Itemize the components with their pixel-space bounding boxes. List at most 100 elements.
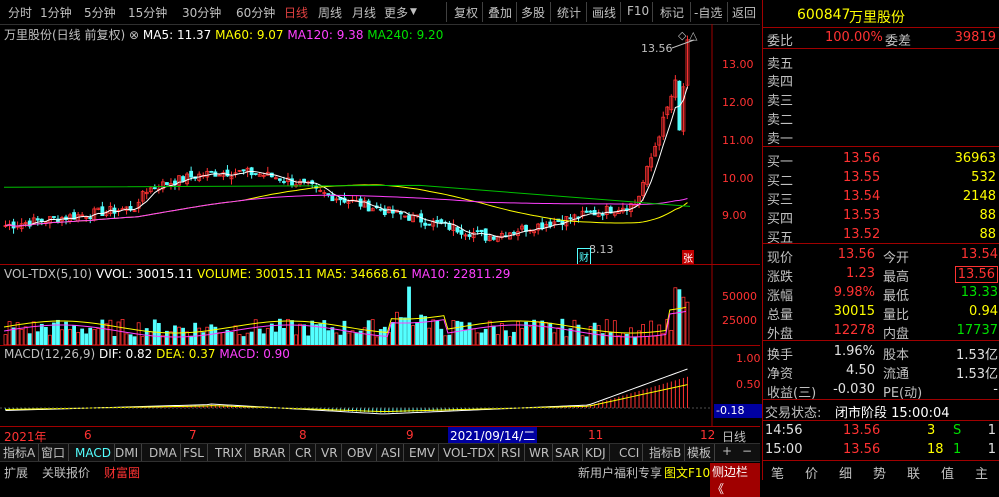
quote-tab[interactable]: 值 (941, 463, 954, 482)
quote-tab[interactable]: 联 (907, 463, 920, 482)
tool-button[interactable]: -自选 (694, 4, 722, 21)
promo-link[interactable]: 新用户福利专享 (578, 464, 662, 481)
volume-bar (84, 333, 89, 345)
tool-button[interactable]: 标记 (660, 4, 684, 21)
buy-label: 买一 (767, 155, 794, 170)
indicator-tab[interactable]: 指标B (646, 444, 686, 462)
indicator-tab[interactable]: MACD (72, 444, 115, 462)
finance-marker[interactable]: 财 (577, 248, 591, 265)
indicator-tab[interactable]: 模板 (684, 444, 716, 462)
trade-status: 闭市阶段 15:00:04 (835, 406, 950, 421)
indicator-tab[interactable]: DMA (146, 444, 181, 462)
indicator-tab[interactable]: ASI (378, 444, 405, 462)
quote-tab[interactable]: 价 (805, 463, 818, 482)
volume-bar (197, 327, 202, 345)
period-tab[interactable]: 5分钟 (84, 4, 116, 21)
indicator-tab[interactable]: TRIX (212, 444, 247, 462)
volume-bar (479, 332, 484, 345)
indicator-tab[interactable]: KDJ (582, 444, 610, 462)
period-tab[interactable]: 60分钟 (236, 4, 275, 21)
tool-button[interactable]: 返回 (732, 4, 756, 21)
volume-bar (431, 319, 436, 345)
volume-bar (520, 327, 524, 345)
sidebar-toggle[interactable]: 侧边栏 《 (710, 463, 760, 497)
volume-bar (273, 331, 278, 345)
indicator-tab[interactable]: SAR (552, 444, 584, 462)
stock-code: 600847 (797, 7, 851, 23)
tool-button[interactable]: 多股 (521, 4, 545, 21)
quote-bottom-tabs: 笔价细势联值主 (763, 460, 999, 482)
tick-row: 15:00 13.56 18 1 1 (763, 441, 999, 460)
indicator-tab[interactable]: FSL (180, 444, 208, 462)
quote-tab[interactable]: 势 (873, 463, 886, 482)
quote-tab[interactable]: 主 (975, 463, 988, 482)
indicator-tab[interactable]: CR (292, 444, 316, 462)
indicator-tab[interactable]: VR (318, 444, 342, 462)
kline-chart[interactable] (0, 24, 760, 264)
volume-bar (536, 321, 541, 345)
volume-bar (370, 319, 375, 345)
minus-icon[interactable]: − (742, 444, 752, 458)
volume-bar (302, 324, 307, 345)
indicator-tab[interactable]: CCI (616, 444, 644, 462)
indicator-tab[interactable]: EMV (406, 444, 440, 462)
candle-body (512, 231, 516, 234)
volume-bar (338, 334, 343, 345)
tool-button[interactable]: 复权 (454, 4, 478, 21)
volume-bar (512, 331, 516, 345)
period-tab[interactable]: 15分钟 (128, 4, 167, 21)
volume-bar (7, 321, 12, 345)
indicator-tab[interactable]: WR (526, 444, 554, 462)
volume-bar (60, 329, 64, 345)
indicator-tab[interactable]: 指标A (0, 444, 40, 462)
quote-tab[interactable]: 笔 (771, 463, 784, 482)
diamond-icon[interactable]: ◇ (678, 29, 686, 42)
tool-button[interactable]: F10 (627, 4, 649, 18)
volume-chart[interactable] (0, 265, 760, 345)
tool-button[interactable]: 叠加 (488, 4, 512, 21)
indicator-tab[interactable]: DMI (112, 444, 143, 462)
candle-body (540, 222, 545, 229)
indicator-tab[interactable]: OBV (344, 444, 377, 462)
period-tab[interactable]: 月线 (352, 4, 376, 21)
volume-bar (269, 323, 274, 345)
volume-bar (330, 327, 335, 345)
volume-bar (334, 332, 339, 345)
stat-value: 30015 (833, 304, 875, 319)
volume-bar (439, 328, 444, 345)
candle-body (588, 210, 593, 213)
stat-value: 9.98% (833, 285, 875, 300)
plus-icon[interactable]: + (722, 444, 732, 458)
volume-bar (108, 319, 113, 345)
indicator-tab[interactable]: RSI (498, 444, 525, 462)
volume-bar (3, 334, 8, 345)
volume-bar (544, 322, 549, 345)
limit-up-marker[interactable]: 张 (682, 250, 694, 265)
stat-value: 17737 (956, 323, 998, 338)
period-tab[interactable]: 1分钟 (40, 4, 72, 21)
bottom-tab-wealth[interactable]: 财富圈 (104, 464, 140, 481)
volume-bar (261, 333, 266, 345)
volume-bar (298, 323, 302, 345)
period-tab[interactable]: 更多 (384, 4, 408, 21)
triangle-icon[interactable]: △ (689, 29, 697, 42)
f10-link[interactable]: 图文F10 (664, 464, 710, 481)
period-tab[interactable]: 30分钟 (182, 4, 221, 21)
indicator-tab[interactable]: VOL-TDX (440, 444, 499, 462)
indicator-tab[interactable]: 窗口 (38, 444, 70, 462)
bottom-tab-extend[interactable]: 扩展 (4, 464, 28, 481)
period-tab[interactable]: 周线 (318, 4, 342, 21)
volume-bar (572, 319, 577, 345)
period-tab[interactable]: 分时 (8, 4, 32, 21)
date-label: 9 (406, 428, 414, 442)
period-tab-selected[interactable]: 日线 (284, 4, 308, 21)
tool-button[interactable]: 画线 (592, 4, 616, 21)
quote-tab[interactable]: 细 (839, 463, 852, 482)
volume-bar (23, 326, 28, 345)
bottom-tab-related[interactable]: 关联报价 (42, 464, 90, 481)
more-arrow-icon[interactable]: ▼ (410, 7, 417, 17)
indicator-tab[interactable]: BRAR (250, 444, 290, 462)
stock-name: 万里股份 (849, 10, 905, 26)
tool-button[interactable]: 统计 (557, 4, 581, 21)
macd-chart[interactable] (0, 346, 760, 426)
